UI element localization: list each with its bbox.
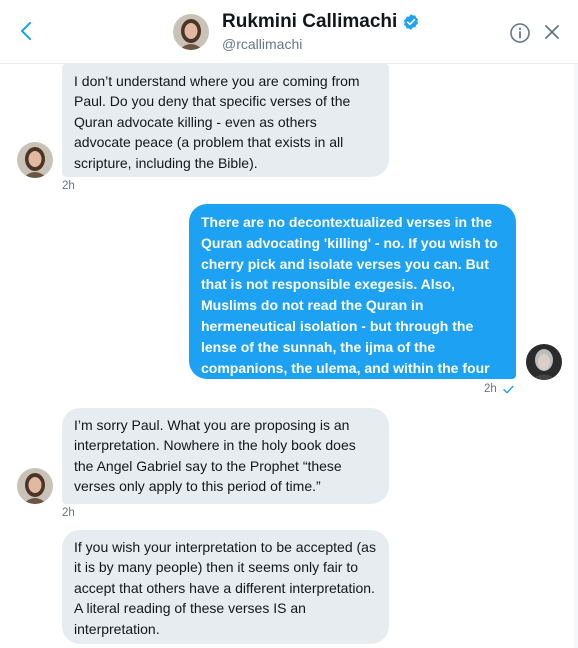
message-text: I’m sorry Paul. What you are proposing i… bbox=[74, 417, 356, 495]
avatar[interactable] bbox=[17, 142, 53, 178]
message-text: I don’t understand where you are coming … bbox=[74, 73, 360, 171]
contact-name-text: Rukmini Callimachi bbox=[222, 11, 398, 32]
message-text: If you wish your interpretation to be ac… bbox=[74, 539, 376, 637]
message-timestamp: 2h bbox=[484, 383, 497, 395]
close-icon bbox=[545, 25, 559, 39]
back-button[interactable] bbox=[14, 18, 38, 44]
info-icon bbox=[510, 23, 530, 43]
message-timestamp: 2h bbox=[62, 180, 75, 192]
checkmark-icon bbox=[503, 385, 514, 393]
contact-name[interactable]: Rukmini Callimachi bbox=[222, 11, 420, 33]
chevron-left-icon bbox=[21, 22, 31, 40]
message-text: There are no decontextualized verses in … bbox=[201, 214, 498, 397]
message-bubble[interactable]: If you wish your interpretation to be ac… bbox=[62, 530, 389, 644]
message-timestamp: 2h bbox=[62, 507, 75, 519]
contact-handle: @rcallimachi bbox=[222, 36, 303, 52]
header-avatar[interactable] bbox=[173, 14, 209, 50]
conversation-header: Rukmini Callimachi @rcallimachi bbox=[0, 0, 578, 64]
message-bubble[interactable]: I’m sorry Paul. What you are proposing i… bbox=[62, 408, 389, 504]
message-bubble[interactable]: I don’t understand where you are coming … bbox=[62, 64, 389, 177]
message-timestamp-row: 2h bbox=[484, 383, 514, 395]
close-button[interactable] bbox=[542, 22, 562, 42]
scrollbar[interactable] bbox=[574, 64, 578, 648]
avatar[interactable] bbox=[526, 344, 562, 380]
avatar[interactable] bbox=[17, 468, 53, 504]
message-bubble[interactable]: There are no decontextualized verses in … bbox=[189, 204, 516, 396]
verified-badge-icon bbox=[404, 14, 419, 30]
info-button[interactable] bbox=[509, 22, 531, 44]
